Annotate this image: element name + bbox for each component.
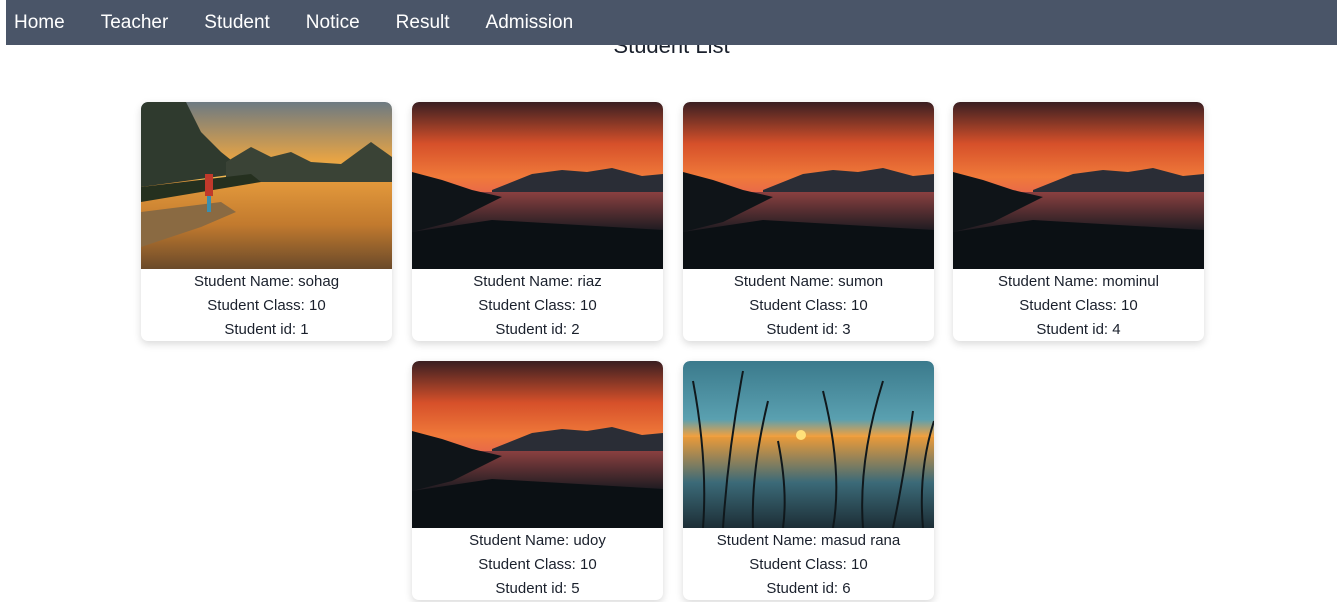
- nav-student-link[interactable]: Student: [204, 12, 270, 34]
- student-card[interactable]: Student Name: sohag Student Class: 10 St…: [141, 102, 392, 341]
- student-class: Student Class: 10: [749, 556, 868, 573]
- student-photo-lake-dock: [141, 102, 392, 269]
- student-name: Student Name: mominul: [998, 273, 1159, 290]
- student-name: Student Name: masud rana: [716, 532, 901, 549]
- student-name: Student Name: udoy: [469, 532, 606, 549]
- nav-result-link[interactable]: Result: [396, 12, 450, 34]
- nav-admission-link[interactable]: Admission: [486, 12, 574, 34]
- nav-home-link[interactable]: Home: [14, 12, 65, 34]
- student-card-grid: Student Name: sohag Student Class: 10 St…: [0, 0, 1343, 602]
- student-card[interactable]: Student Name: udoy Student Class: 10 Stu…: [412, 361, 663, 600]
- student-id: Student id: 5: [495, 580, 580, 597]
- student-id: Student id: 6: [766, 580, 851, 597]
- student-class: Student Class: 10: [1019, 297, 1138, 314]
- student-card[interactable]: Student Name: mominul Student Class: 10 …: [953, 102, 1204, 341]
- student-id: Student id: 1: [224, 321, 309, 338]
- student-class: Student Class: 10: [749, 297, 868, 314]
- student-class: Student Class: 10: [478, 297, 597, 314]
- student-card[interactable]: Student Name: riaz Student Class: 10 Stu…: [412, 102, 663, 341]
- student-id: Student id: 3: [766, 321, 851, 338]
- student-photo-mountain-lake: [683, 102, 934, 269]
- nav-teacher-link[interactable]: Teacher: [101, 12, 169, 34]
- nav-notice-link[interactable]: Notice: [306, 12, 360, 34]
- student-name: Student Name: sohag: [193, 273, 340, 290]
- student-photo-mountain-lake: [953, 102, 1204, 269]
- student-id: Student id: 4: [1036, 321, 1121, 338]
- student-photo-mountain-lake: [412, 102, 663, 269]
- student-class: Student Class: 10: [478, 556, 597, 573]
- student-photo-reeds-sunset: [683, 361, 934, 528]
- student-card[interactable]: Student Name: masud rana Student Class: …: [683, 361, 934, 600]
- student-class: Student Class: 10: [207, 297, 326, 314]
- student-photo-mountain-lake: [412, 361, 663, 528]
- student-name: Student Name: riaz: [473, 273, 602, 290]
- student-name: Student Name: sumon: [733, 273, 884, 290]
- top-navbar: Home Teacher Student Notice Result Admis…: [6, 0, 1337, 45]
- student-id: Student id: 2: [495, 321, 580, 338]
- student-card[interactable]: Student Name: sumon Student Class: 10 St…: [683, 102, 934, 341]
